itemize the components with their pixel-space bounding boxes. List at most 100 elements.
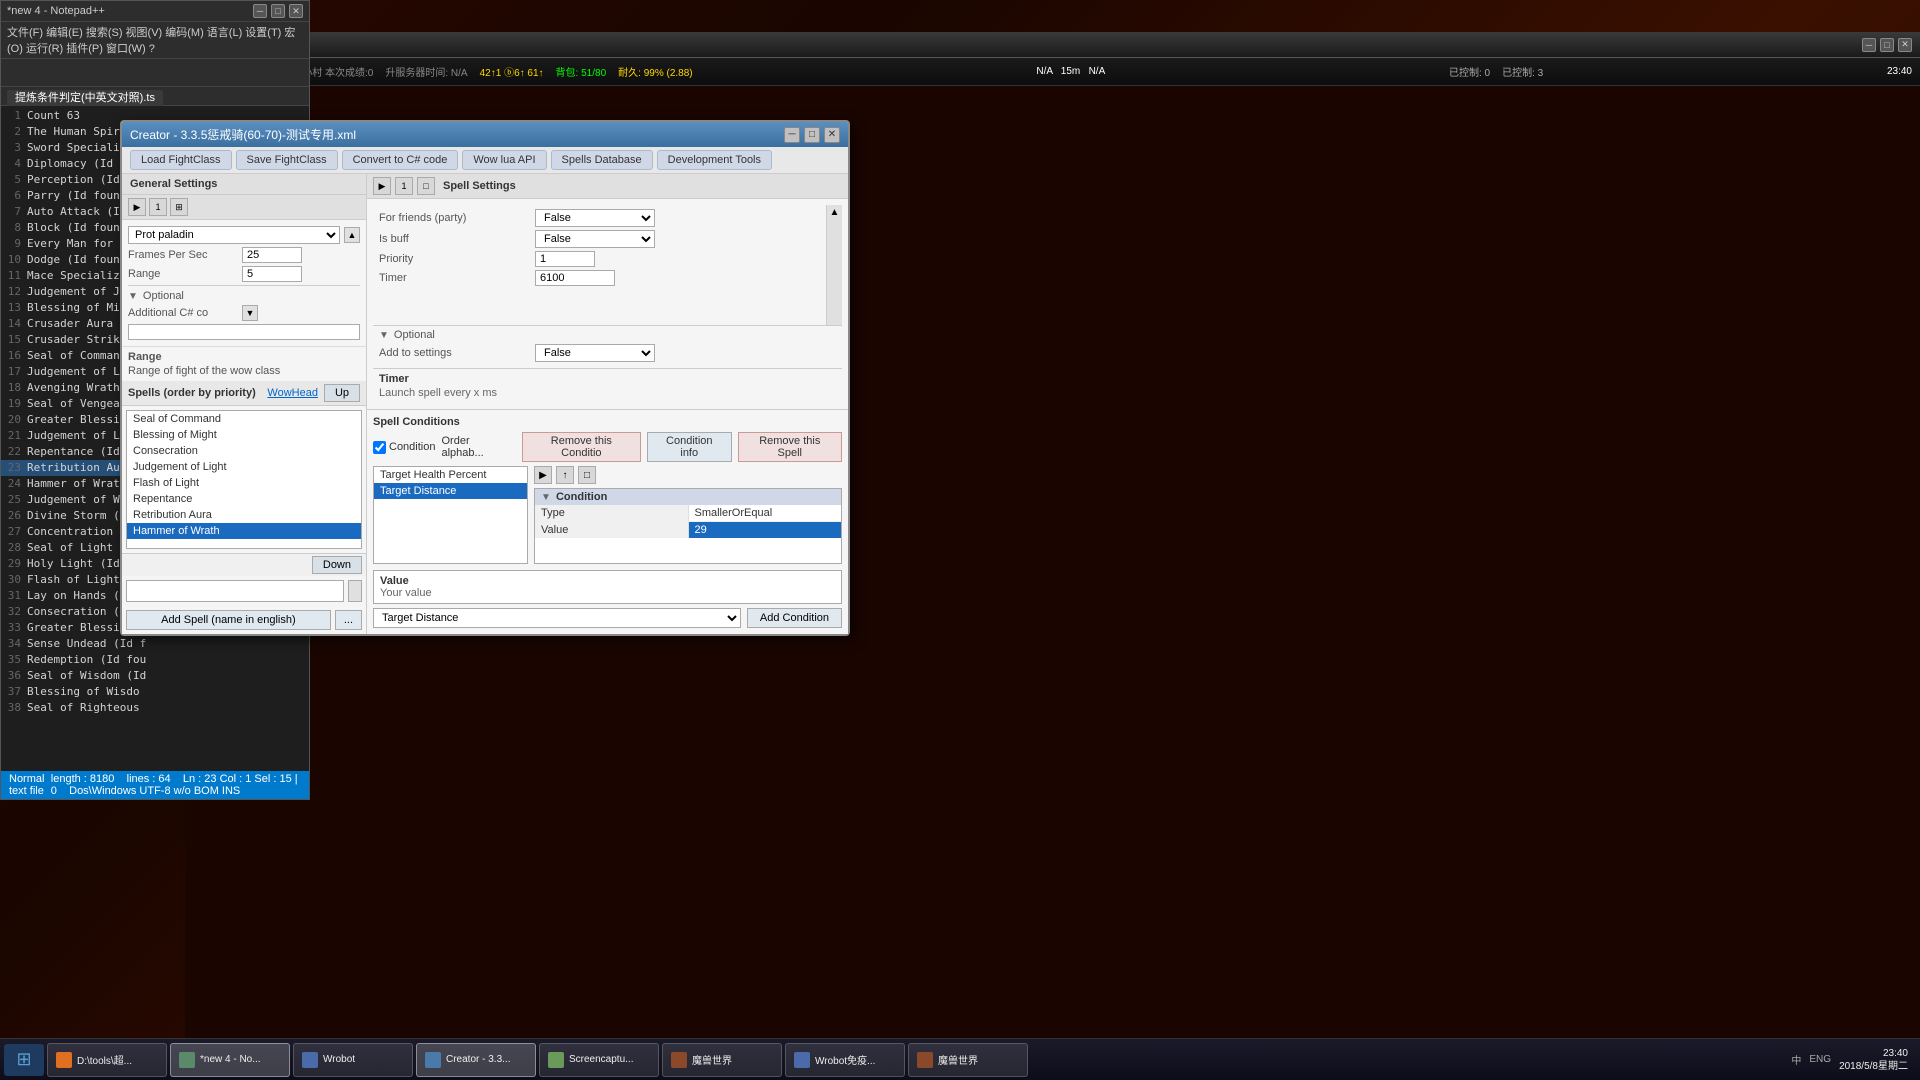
fps-input[interactable] — [242, 247, 302, 263]
spell-settings-header: Spell Settings — [443, 180, 516, 192]
friends-select[interactable]: False — [535, 209, 655, 227]
conditions-section: Spell Conditions Condition Order alphab.… — [367, 410, 848, 634]
start-button[interactable]: ⊞ — [4, 1044, 44, 1076]
condition-value-value[interactable]: 29 — [689, 522, 842, 538]
taskbar-app[interactable]: D:\tools\超... — [47, 1043, 167, 1077]
fight-class-scroll-up[interactable]: ▲ — [344, 227, 360, 243]
taskbar-app-icon — [425, 1052, 441, 1068]
condition-type-value[interactable]: SmallerOrEqual — [689, 505, 842, 521]
save-fightclass-btn[interactable]: Save FightClass — [236, 150, 338, 170]
gen-tool-2[interactable]: 1 — [149, 198, 167, 216]
notepad-tabs: 提炼条件判定(中英文对照).ts — [1, 87, 309, 106]
spells-database-btn[interactable]: Spells Database — [551, 150, 653, 170]
spell-down-btn[interactable]: Down — [312, 556, 362, 574]
taskbar-app[interactable]: Wrobot — [293, 1043, 413, 1077]
left-panel: General Settings ▶ 1 ⊞ Prot paladin ▲ — [122, 174, 367, 634]
creator-close[interactable]: ✕ — [824, 127, 840, 143]
fight-class-name-input[interactable]: Prot paladin — [128, 226, 340, 244]
range-input[interactable] — [242, 266, 302, 282]
spell-scroll[interactable] — [348, 580, 362, 602]
spell-search-input[interactable] — [126, 580, 344, 602]
creator-dialog: Creator - 3.3.5惩戒骑(60-70)-测试专用.xml ─ □ ✕… — [120, 120, 850, 636]
notepad-maximize[interactable]: □ — [271, 4, 285, 18]
creator-maximize[interactable]: □ — [804, 127, 820, 143]
condition-section-header: ▼ Condition — [535, 489, 841, 505]
creator-minimize[interactable]: ─ — [784, 127, 800, 143]
range-label: Range — [128, 268, 238, 280]
general-settings-header: General Settings — [122, 174, 366, 195]
add-spell-btn[interactable]: Add Spell (name in english) — [126, 610, 331, 630]
notepad-line: 38Seal of Righteous — [1, 700, 309, 716]
condition-type-key: Type — [535, 505, 689, 521]
ss-tool-1[interactable]: ▶ — [373, 177, 391, 195]
dev-tools-btn[interactable]: Development Tools — [657, 150, 772, 170]
wow-close[interactable]: ✕ — [1898, 38, 1912, 52]
additional-input[interactable] — [128, 324, 360, 340]
taskbar-app[interactable]: Screencaptu... — [539, 1043, 659, 1077]
add-condition-btn[interactable]: Add Condition — [747, 608, 842, 628]
spell-list-item[interactable]: Hammer of Wrath — [127, 523, 361, 539]
creator-titlebar: Creator - 3.3.5惩戒骑(60-70)-测试专用.xml ─ □ ✕ — [122, 122, 848, 147]
remove-condition-btn[interactable]: Remove this Conditio — [522, 432, 641, 462]
conditions-toolbar: Condition Order alphab... Remove this Co… — [373, 432, 842, 462]
spell-list-item[interactable]: Seal of Command — [127, 411, 361, 427]
taskbar-app[interactable]: Creator - 3.3... — [416, 1043, 536, 1077]
spell-search-row — [122, 576, 366, 606]
is-buff-select[interactable]: False — [535, 230, 655, 248]
remove-spell-btn[interactable]: Remove this Spell — [738, 432, 842, 462]
cond-detail-btn-3[interactable]: □ — [578, 466, 596, 484]
spell-up-btn[interactable]: Up — [324, 384, 360, 402]
cond-detail-btn-2[interactable]: ↑ — [556, 466, 574, 484]
wow-minimize[interactable]: ─ — [1862, 38, 1876, 52]
add-to-settings-select[interactable]: False — [535, 344, 655, 362]
spell-list-item[interactable]: Flash of Light — [127, 475, 361, 491]
taskbar-app[interactable]: Wrobot免疫... — [785, 1043, 905, 1077]
notepad-line: 37Blessing of Wisdo — [1, 684, 309, 700]
cond-detail-btn-1[interactable]: ▶ — [534, 466, 552, 484]
notepad-minimize[interactable]: ─ — [253, 4, 267, 18]
convert-csharp-btn[interactable]: Convert to C# code — [342, 150, 459, 170]
gen-tool-3[interactable]: ⊞ — [170, 198, 188, 216]
taskbar-app[interactable]: 魔兽世界 — [662, 1043, 782, 1077]
additional-scroll[interactable]: ▼ — [242, 305, 258, 321]
timer-input[interactable] — [535, 270, 615, 286]
condition-checkbox[interactable] — [373, 441, 386, 454]
notepad-toolbar — [1, 59, 309, 87]
condition-type-select[interactable]: Target Distance — [373, 608, 741, 628]
spell-add-row: Add Spell (name in english) ... — [122, 606, 366, 634]
right-panel: ▶ 1 □ Spell Settings For friends (party)… — [367, 174, 848, 634]
ss-scroll-up[interactable]: ▲ — [830, 207, 840, 218]
dots-btn[interactable]: ... — [335, 610, 362, 630]
priority-input[interactable] — [535, 251, 595, 267]
spell-list-item[interactable]: Judgement of Light — [127, 459, 361, 475]
notepad-line: 36Seal of Wisdom (Id — [1, 668, 309, 684]
taskbar-app-icon — [56, 1052, 72, 1068]
taskbar-app-label: D:\tools\超... — [77, 1052, 132, 1067]
timer-label: Timer — [379, 272, 529, 284]
range-title: Range — [128, 351, 360, 363]
ss-tool-2[interactable]: 1 — [395, 177, 413, 195]
spell-list-item[interactable]: Blessing of Might — [127, 427, 361, 443]
gen-tool-1[interactable]: ▶ — [128, 198, 146, 216]
taskbar-app-icon — [671, 1052, 687, 1068]
wow-lua-api-btn[interactable]: Wow lua API — [462, 150, 546, 170]
taskbar-apps: D:\tools\超... *new 4 - No... Wrobot Creator… — [47, 1043, 1028, 1077]
spell-list-item[interactable]: Consecration — [127, 443, 361, 459]
load-fightclass-btn[interactable]: Load FightClass — [130, 150, 232, 170]
notepad-close[interactable]: ✕ — [289, 4, 303, 18]
condition-list-item[interactable]: Target Distance — [374, 483, 527, 499]
condition-info-btn[interactable]: Condition info — [647, 432, 732, 462]
condition-list-item[interactable]: Target Health Percent — [374, 467, 527, 483]
wow-maximize[interactable]: □ — [1880, 38, 1894, 52]
taskbar-app[interactable]: 魔兽世界 — [908, 1043, 1028, 1077]
spell-list-item[interactable]: Retribution Aura — [127, 507, 361, 523]
condition-list: Target Health PercentTarget Distance — [373, 466, 528, 564]
ss-tool-3[interactable]: □ — [417, 177, 435, 195]
wowhead-link[interactable]: WowHead — [267, 387, 318, 399]
taskbar-app[interactable]: *new 4 - No... — [170, 1043, 290, 1077]
value-header: Value — [380, 575, 835, 587]
condition-checkbox-label[interactable]: Condition — [373, 441, 435, 454]
spell-list-item[interactable]: Repentance — [127, 491, 361, 507]
taskbar-app-label: Wrobot — [323, 1054, 355, 1065]
notepad-title: *new 4 - Notepad++ — [7, 5, 105, 17]
